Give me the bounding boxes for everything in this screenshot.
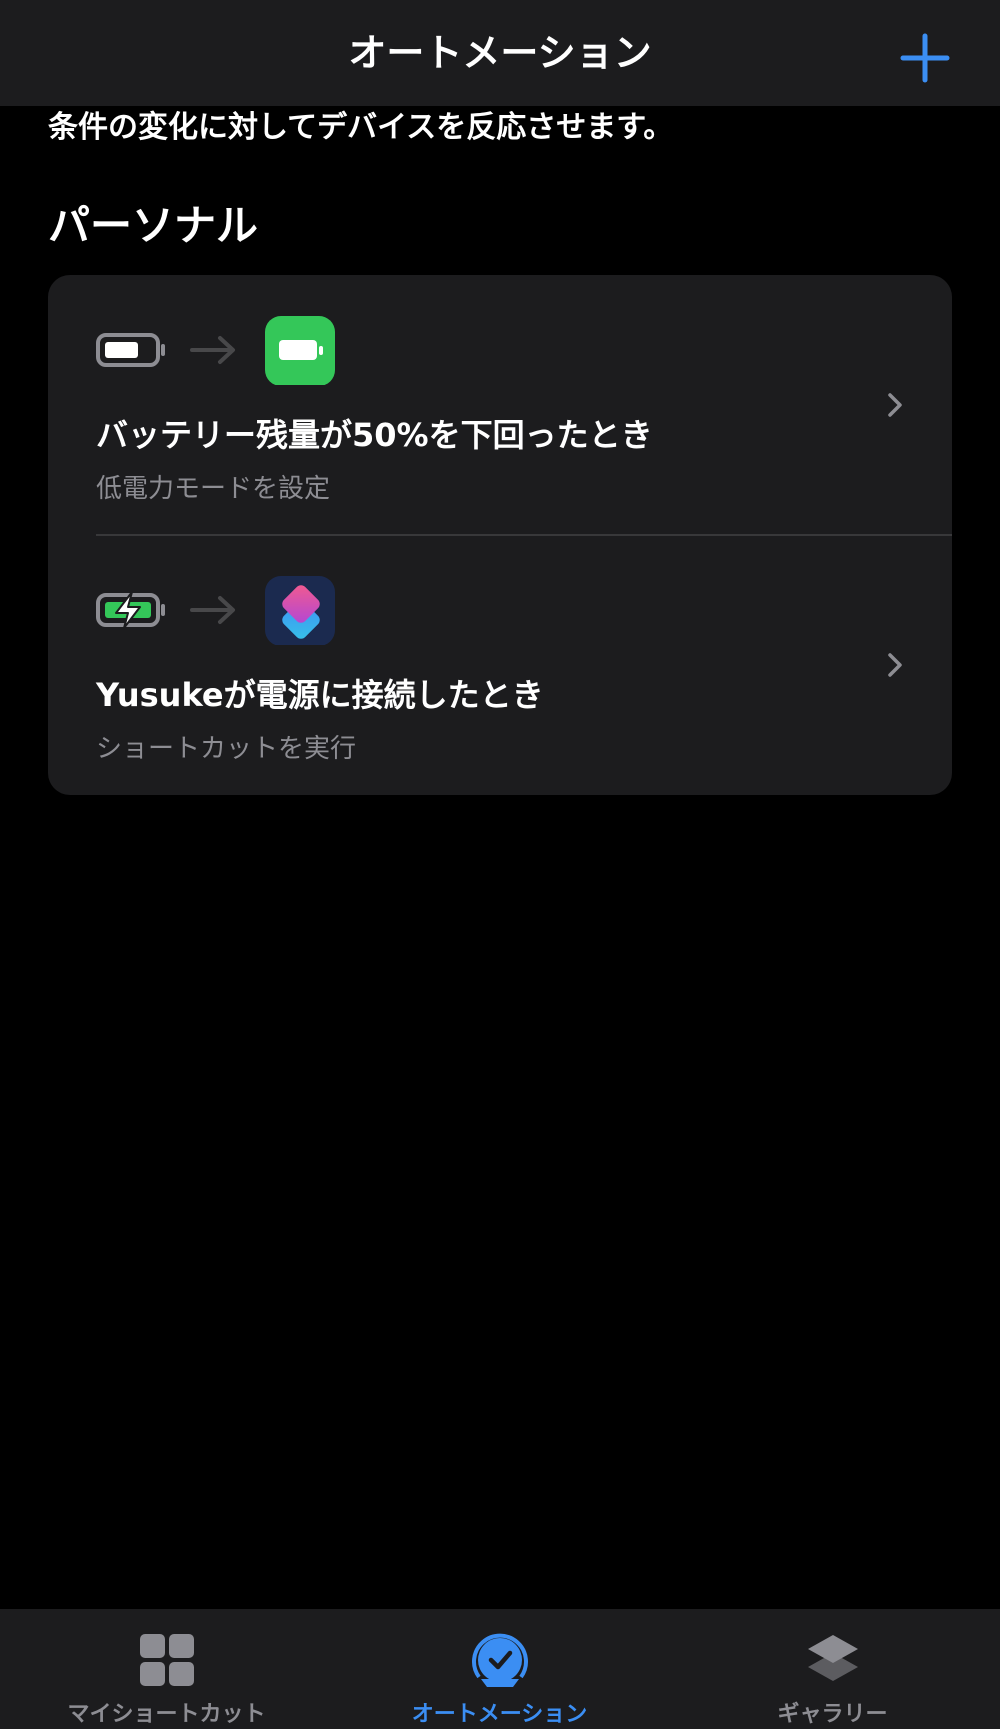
page-title: オートメーション (348, 31, 652, 75)
automation-title: Yusukeが電源に接続したとき (96, 676, 544, 714)
tab-label: ギャラリー (777, 1702, 888, 1727)
grid-icon (140, 1634, 194, 1686)
automation-title: バッテリー残量が50%を下回ったとき (96, 416, 653, 454)
tab-label: マイショートカット (67, 1702, 266, 1727)
low-power-mode-icon (265, 316, 335, 386)
tab-bar: マイショートカット オートメーション ギャラリー (0, 1609, 1000, 1729)
navigation-bar: オートメーション (0, 0, 1000, 106)
automation-action: 低電力モードを設定 (96, 474, 331, 504)
arrow-right-icon (190, 336, 235, 364)
battery-icon (96, 333, 165, 367)
trigger-action-icons (96, 315, 356, 386)
layers-icon (808, 1635, 858, 1681)
tab-gallery[interactable]: ギャラリー (666, 1609, 999, 1729)
chevron-right-icon (888, 653, 902, 677)
battery-charging-icon (96, 591, 165, 629)
plus-icon (900, 33, 950, 83)
trigger-action-icons (96, 575, 356, 646)
automation-check-icon (472, 1633, 528, 1687)
page-description: 条件の変化に対してデバイスを反応させます。 (48, 110, 674, 145)
arrow-right-icon (190, 596, 235, 624)
chevron-right-icon (888, 393, 902, 417)
add-automation-button[interactable] (895, 28, 955, 88)
tab-my-shortcuts[interactable]: マイショートカット (0, 1609, 333, 1729)
automation-row-power-connected[interactable]: Yusukeが電源に接続したとき ショートカットを実行 (48, 535, 952, 795)
automation-action: ショートカットを実行 (96, 734, 357, 764)
tab-automation[interactable]: オートメーション (333, 1609, 666, 1729)
shortcuts-app-icon (265, 576, 335, 646)
tab-label: オートメーション (411, 1702, 588, 1727)
section-title-personal: パーソナル (48, 201, 259, 250)
personal-automations-card: バッテリー残量が50%を下回ったとき 低電力モードを設定 Yusukeが電源に接… (48, 275, 952, 795)
automation-row-battery-low[interactable]: バッテリー残量が50%を下回ったとき 低電力モードを設定 (48, 275, 952, 535)
